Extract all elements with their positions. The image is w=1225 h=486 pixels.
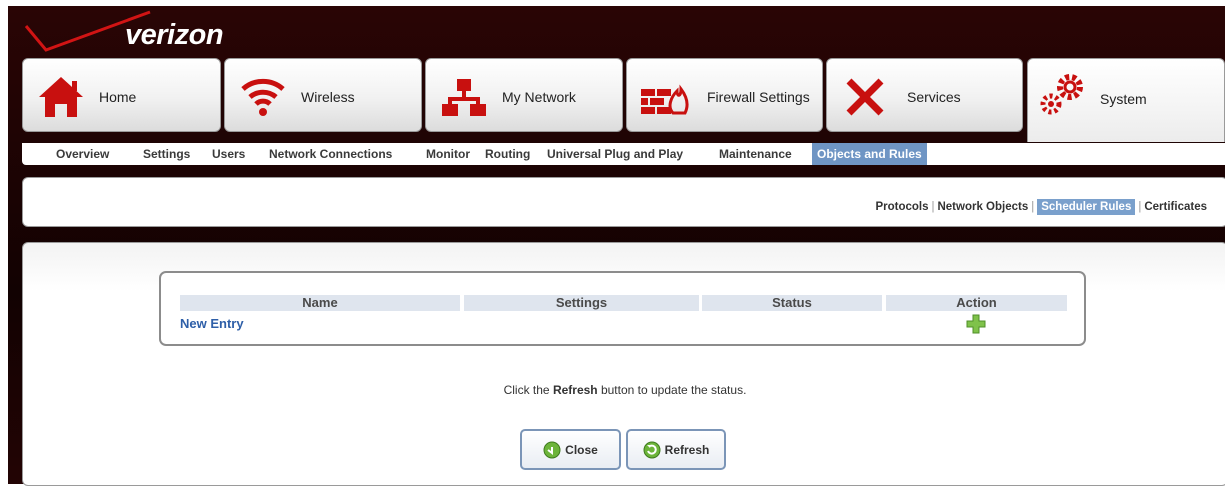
subnav-maintenance[interactable]: Maintenance [719, 147, 792, 161]
app-frame: verizon Home Wireless My Network Firewal… [8, 6, 1225, 486]
tab-wireless[interactable]: Wireless [224, 58, 422, 132]
refresh-message: Click the Refresh button to update the s… [503, 383, 747, 397]
tab-services-label: Services [907, 89, 961, 105]
section-links-panel: Protocols | Network Objects | Scheduler Rule… [22, 177, 1225, 227]
subnav-network-connections[interactable]: Network Connections [269, 147, 392, 161]
main-panel: Name Settings Status Action New Entry Cl… [22, 242, 1225, 486]
wireless-icon [241, 78, 285, 116]
add-plus-icon[interactable] [966, 314, 986, 334]
subnav-objects-and-rules[interactable]: Objects and Rules [812, 143, 927, 165]
close-button[interactable]: Close [520, 429, 621, 470]
gears-icon [1040, 74, 1083, 115]
section-links: Protocols | Network Objects | Scheduler Rule… [875, 199, 1207, 215]
tab-my-network[interactable]: My Network [425, 58, 623, 132]
close-circle-icon [543, 441, 561, 458]
refresh-button[interactable]: Refresh [626, 429, 726, 470]
close-button-label: Close [565, 442, 598, 457]
col-settings: Settings [464, 295, 699, 311]
col-name: Name [180, 295, 460, 311]
tab-firewall-settings-label: Firewall Settings [707, 89, 810, 105]
subnav-monitor[interactable]: Monitor [426, 147, 470, 161]
link-certificates[interactable]: Certificates [1144, 201, 1207, 213]
subnav-users[interactable]: Users [212, 147, 245, 161]
tab-my-network-label: My Network [502, 89, 576, 105]
subnav-settings[interactable]: Settings [143, 147, 190, 161]
scheduler-rules-table: Name Settings Status Action New Entry [159, 271, 1086, 346]
system-subnav: Overview Settings Users Network Connecti… [22, 143, 1225, 165]
logo-text: verizon [125, 19, 224, 51]
subnav-overview[interactable]: Overview [56, 147, 109, 161]
tools-icon [846, 78, 884, 116]
link-network-objects[interactable]: Network Objects [937, 201, 1028, 213]
tab-services[interactable]: Services [826, 58, 1023, 132]
subnav-upnp[interactable]: Universal Plug and Play [547, 147, 683, 161]
refresh-circle-icon [643, 441, 661, 458]
link-protocols[interactable]: Protocols [875, 201, 928, 213]
firewall-icon [641, 84, 689, 115]
col-status: Status [702, 295, 882, 311]
link-scheduler-rules[interactable]: Scheduler Rules [1037, 199, 1136, 215]
tab-firewall-settings[interactable]: Firewall Settings [626, 58, 823, 132]
tab-system-label: System [1100, 91, 1147, 107]
tab-system[interactable]: System [1027, 58, 1225, 142]
subnav-routing[interactable]: Routing [485, 147, 530, 161]
refresh-button-label: Refresh [664, 442, 710, 457]
new-entry-link[interactable]: New Entry [180, 316, 244, 331]
home-icon [39, 77, 83, 117]
tab-home[interactable]: Home [22, 58, 221, 132]
network-icon [442, 79, 486, 116]
tab-home-label: Home [99, 89, 137, 105]
tab-wireless-label: Wireless [301, 89, 355, 105]
col-action: Action [886, 295, 1067, 311]
verizon-logo: verizon [8, 6, 268, 64]
